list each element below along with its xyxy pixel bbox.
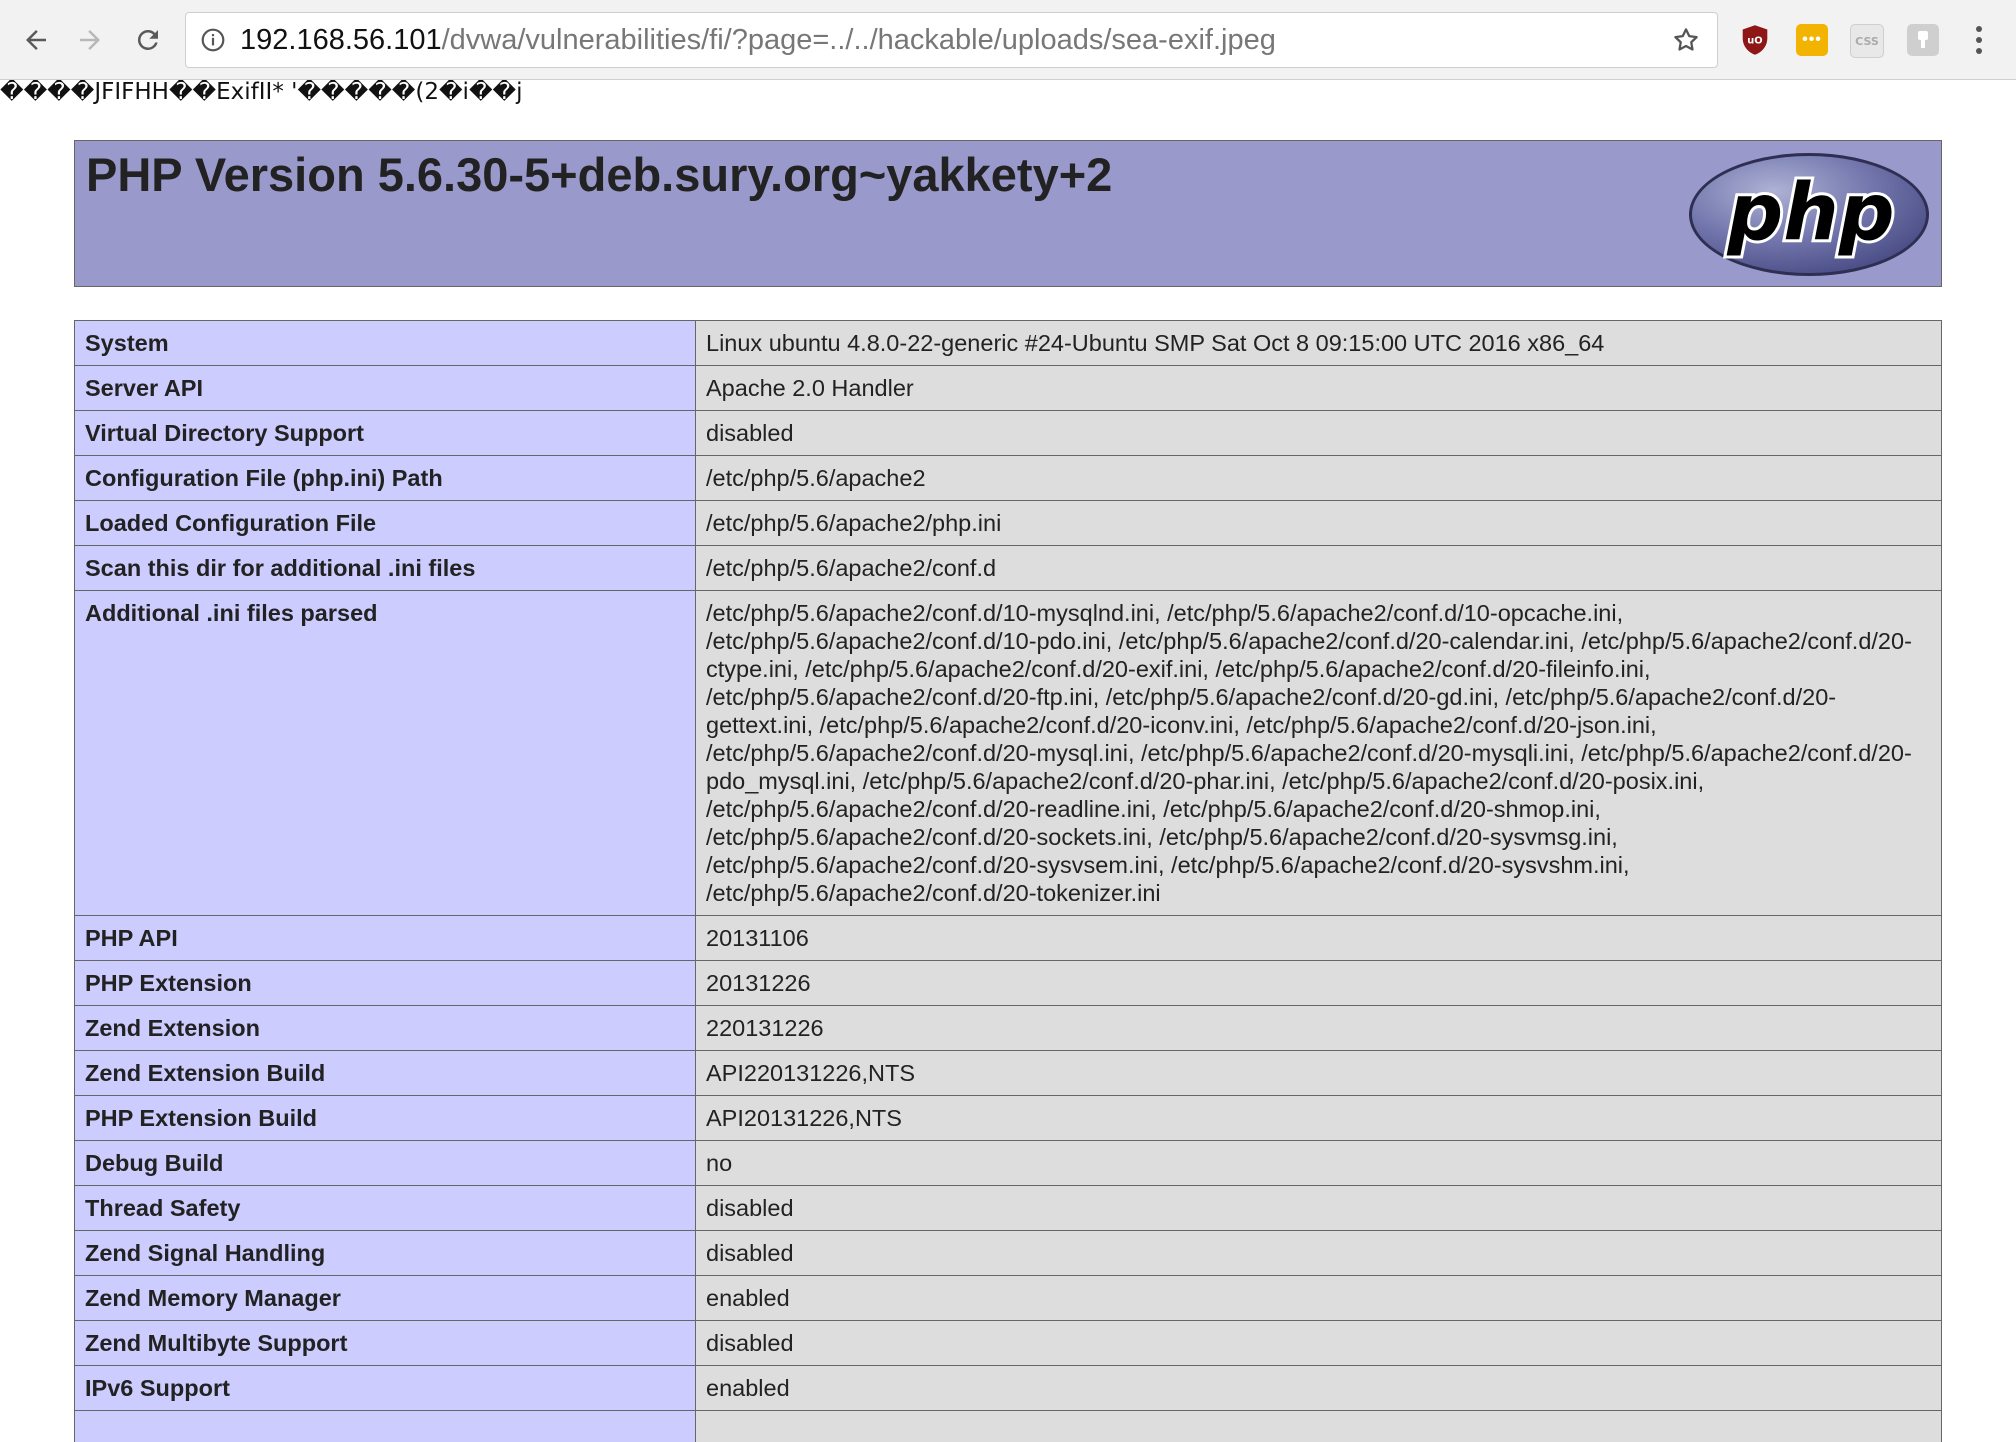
page-content: ����JFIFHH��ExifII* '�����(2�i��j PHP Ve… [0,80,2016,1442]
info-value [695,1410,1942,1442]
info-key [74,1410,696,1442]
table-row: PHP Extension 20131226 [74,960,1942,1006]
table-row: Zend Extension Build API220131226,NTS [74,1050,1942,1096]
back-button[interactable] [16,20,56,60]
table-row: IPv6 Support enabled [74,1365,1942,1411]
php-info-table: System Linux ubuntu 4.8.0-22-generic #24… [74,320,1942,1442]
info-value: /etc/php/5.6/apache2/php.ini [695,500,1942,546]
table-row: Loaded Configuration File /etc/php/5.6/a… [74,500,1942,546]
info-key: PHP API [74,915,696,961]
info-key: Debug Build [74,1140,696,1186]
info-value: enabled [695,1365,1942,1411]
notes-icon[interactable]: ••• [1796,24,1828,56]
url-text[interactable]: 192.168.56.101/dvwa/vulnerabilities/fi/?… [240,13,1276,67]
browser-toolbar: 192.168.56.101/dvwa/vulnerabilities/fi/?… [0,0,2016,80]
extension-icon[interactable] [1907,24,1939,56]
ublock-icon[interactable]: uO [1739,24,1771,56]
table-row: Server API Apache 2.0 Handler [74,365,1942,411]
table-row: Virtual Directory Support disabled [74,410,1942,456]
info-key: Zend Extension Build [74,1050,696,1096]
php-logo-text: php [1726,168,1894,258]
info-value: disabled [695,1185,1942,1231]
table-row: Zend Memory Manager enabled [74,1275,1942,1321]
info-key: Server API [74,365,696,411]
svg-text:uO: uO [1747,36,1762,47]
reload-button[interactable] [128,20,168,60]
table-row: PHP API 20131106 [74,915,1942,961]
info-value: disabled [695,1230,1942,1276]
php-version-title: PHP Version 5.6.30-5+deb.sury.org~yakket… [86,148,1113,201]
php-logo[interactable]: php php [1687,151,1931,283]
info-value: disabled [695,410,1942,456]
info-key: Zend Extension [74,1005,696,1051]
info-value: 20131106 [695,915,1942,961]
info-key: System [74,320,696,366]
info-value: disabled [695,1320,1942,1366]
browser-menu-icon[interactable] [1964,20,1994,60]
bookmark-star-icon[interactable] [1669,23,1703,57]
url-path: /dvwa/vulnerabilities/fi/?page=../../hac… [441,24,1276,56]
info-value: 20131226 [695,960,1942,1006]
info-value: API220131226,NTS [695,1050,1942,1096]
info-value: no [695,1140,1942,1186]
back-arrow-icon [26,30,46,50]
raw-image-bytes-text: ����JFIFHH��ExifII* '�����(2�i��j [0,80,523,105]
php-version-header: PHP Version 5.6.30-5+deb.sury.org~yakket… [74,140,1942,287]
info-value: /etc/php/5.6/apache2 [695,455,1942,501]
info-key: Loaded Configuration File [74,500,696,546]
info-value: 220131226 [695,1005,1942,1051]
info-value: Apache 2.0 Handler [695,365,1942,411]
site-info-icon[interactable] [198,25,228,55]
table-row: Debug Build no [74,1140,1942,1186]
table-row: Zend Signal Handling disabled [74,1230,1942,1276]
css-viewer-icon[interactable]: CSS [1850,24,1884,58]
info-key: Scan this dir for additional .ini files [74,545,696,591]
table-row [74,1410,1942,1442]
table-row: Additional .ini files parsed /etc/php/5.… [74,590,1942,916]
forward-arrow-icon [80,30,100,50]
forward-button[interactable] [70,20,110,60]
info-value: enabled [695,1275,1942,1321]
table-row: Scan this dir for additional .ini files … [74,545,1942,591]
info-key: PHP Extension [74,960,696,1006]
info-value: Linux ubuntu 4.8.0-22-generic #24-Ubuntu… [695,320,1942,366]
url-host: 192.168.56.101 [240,24,442,56]
info-key: Zend Signal Handling [74,1230,696,1276]
info-value: /etc/php/5.6/apache2/conf.d/10-mysqlnd.i… [695,590,1942,916]
table-row: Thread Safety disabled [74,1185,1942,1231]
address-bar[interactable]: 192.168.56.101/dvwa/vulnerabilities/fi/?… [185,12,1718,68]
info-key: PHP Extension Build [74,1095,696,1141]
info-key: Additional .ini files parsed [74,590,696,916]
info-key: Thread Safety [74,1185,696,1231]
table-row: Configuration File (php.ini) Path /etc/p… [74,455,1942,501]
css-viewer-glyph: CSS [1855,34,1879,48]
info-key: Zend Memory Manager [74,1275,696,1321]
table-row: PHP Extension Build API20131226,NTS [74,1095,1942,1141]
info-key: Zend Multibyte Support [74,1320,696,1366]
info-key: IPv6 Support [74,1365,696,1411]
info-value: API20131226,NTS [695,1095,1942,1141]
info-value: /etc/php/5.6/apache2/conf.d [695,545,1942,591]
info-key: Configuration File (php.ini) Path [74,455,696,501]
info-key: Virtual Directory Support [74,410,696,456]
notes-icon-glyph: ••• [1802,31,1822,48]
table-row: System Linux ubuntu 4.8.0-22-generic #24… [74,320,1942,366]
table-row: Zend Multibyte Support disabled [74,1320,1942,1366]
reload-icon [137,29,158,50]
table-row: Zend Extension 220131226 [74,1005,1942,1051]
